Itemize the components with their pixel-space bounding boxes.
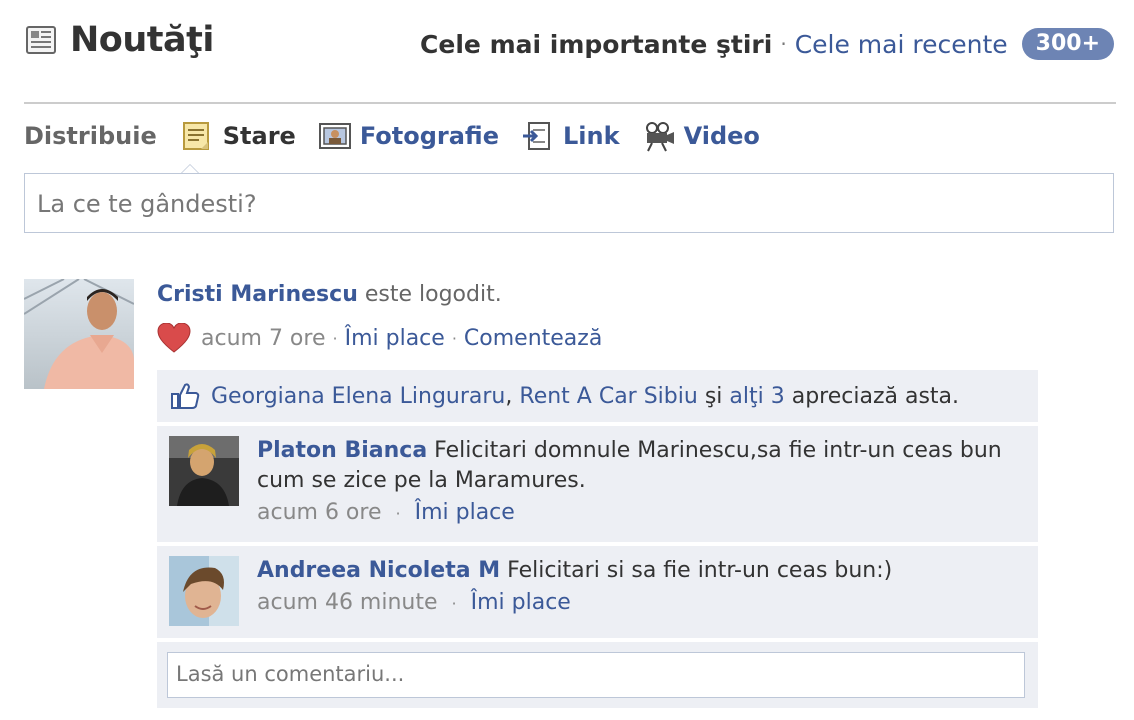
meta-dot: ·: [332, 328, 338, 348]
share-video-tab[interactable]: Video: [642, 120, 760, 152]
commenter-name[interactable]: Platon Bianca: [257, 438, 427, 463]
story-meta: acum 7 ore · Îmi place · Comentează: [157, 322, 1037, 353]
add-comment-input[interactable]: Lasă un comentariu...: [167, 652, 1025, 698]
comment-content: Platon Bianca Felicitari domnule Marines…: [257, 436, 1026, 496]
status-icon: [181, 120, 213, 152]
comment-timestamp[interactable]: acum 46 minute: [257, 590, 438, 615]
comment-content: Andreea Nicoleta M Felicitari si sa fie …: [257, 556, 1026, 586]
likers-comma: ,: [505, 383, 513, 409]
share-bar: Distribuie Stare Fotografie Link Video: [24, 118, 782, 154]
heart-icon: [157, 322, 191, 353]
thumbs-up-icon: [169, 380, 201, 412]
share-photo-label: Fotografie: [359, 122, 499, 150]
add-comment-row: Lasă un comentariu...: [157, 642, 1038, 708]
comment-text: Felicitari si sa fie intr-un ceas bun:): [507, 558, 893, 583]
video-camera-icon: [642, 120, 674, 152]
feedback-box: Georgiana Elena Linguraru , Rent A Car S…: [157, 370, 1038, 712]
header-divider: [24, 102, 1116, 104]
likes-summary-row: Georgiana Elena Linguraru , Rent A Car S…: [157, 370, 1038, 422]
share-status-label: Stare: [222, 122, 296, 150]
comment-meta: acum 6 ore · Îmi place: [257, 498, 1026, 529]
share-photo-tab[interactable]: Fotografie: [318, 120, 499, 152]
share-link-tab[interactable]: Link: [521, 120, 620, 152]
commenter-avatar[interactable]: [169, 556, 239, 626]
new-stories-count-badge[interactable]: 300+: [1021, 28, 1114, 60]
share-video-label: Video: [683, 122, 760, 150]
story-timestamp[interactable]: acum 7 ore: [201, 326, 326, 351]
story-like-link[interactable]: Îmi place: [345, 326, 445, 351]
share-link-label: Link: [562, 122, 620, 150]
liker-name-1[interactable]: Georgiana Elena Linguraru: [211, 384, 505, 409]
likers-others-link[interactable]: alţi 3: [729, 384, 784, 409]
story-author-name[interactable]: Cristi Marinescu: [157, 282, 358, 307]
status-composer-input[interactable]: La ce te gândesti?: [24, 173, 1114, 233]
sort-top-stories[interactable]: Cele mai importante ştiri: [420, 30, 772, 59]
commenter-avatar[interactable]: [169, 436, 239, 506]
news-feed-icon: [26, 26, 56, 54]
comment-timestamp[interactable]: acum 6 ore: [257, 500, 382, 525]
comment-meta: acum 46 minute · Îmi place: [257, 588, 1026, 619]
link-icon: [521, 120, 553, 152]
meta-dot: ·: [451, 594, 457, 613]
sort-most-recent-link[interactable]: Cele mai recente: [795, 30, 1008, 59]
liker-name-2[interactable]: Rent A Car Sibiu: [519, 384, 697, 409]
separator-dot: ·: [780, 32, 787, 56]
meta-dot: ·: [395, 504, 401, 523]
likes-suffix: apreciază asta.: [791, 383, 960, 409]
share-label: Distribuie: [24, 122, 157, 150]
story-comment-link[interactable]: Comentează: [464, 326, 602, 351]
feed-header: Noutăţi Cele mai importante ştiri · Cele…: [0, 0, 1134, 100]
comment-like-link[interactable]: Îmi place: [415, 500, 515, 525]
sort-options: Cele mai importante ştiri · Cele mai rec…: [420, 28, 1114, 60]
title-wrap: Noutăţi: [26, 20, 214, 60]
share-status-tab[interactable]: Stare: [181, 120, 296, 152]
commenter-name[interactable]: Andreea Nicoleta M: [257, 558, 500, 583]
likers-and: şi: [704, 383, 723, 409]
photo-icon: [318, 120, 351, 152]
page-title: Noutăţi: [70, 20, 214, 60]
comment-item: Andreea Nicoleta M Felicitari si sa fie …: [157, 546, 1038, 638]
story-text: este logodit.: [364, 282, 502, 307]
story-message: Cristi Marinescu este logodit.: [157, 282, 1037, 307]
meta-dot: ·: [451, 328, 457, 348]
story-author-avatar[interactable]: [23, 278, 135, 389]
comment-item: Platon Bianca Felicitari domnule Marines…: [157, 426, 1038, 542]
comment-like-link[interactable]: Îmi place: [471, 590, 571, 615]
story-body: Cristi Marinescu este logodit. acum 7 or…: [157, 282, 1037, 353]
